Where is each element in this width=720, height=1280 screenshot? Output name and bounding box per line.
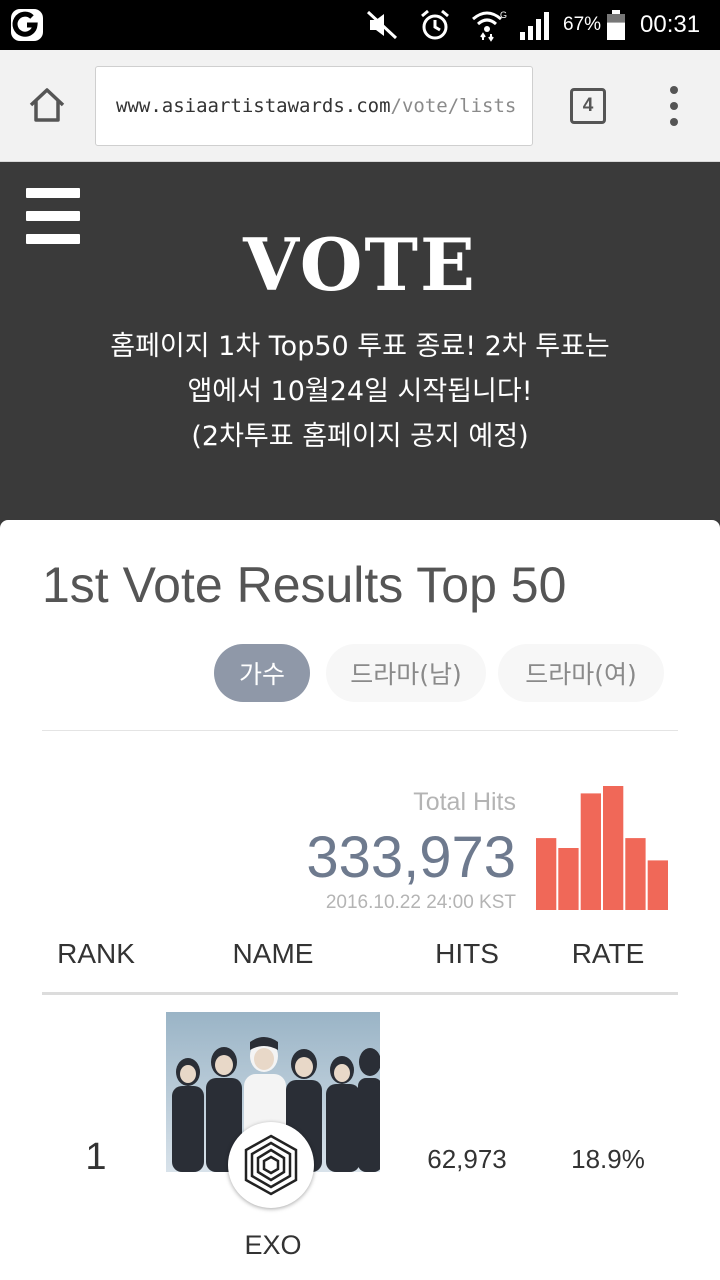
- row-name: EXO: [244, 1230, 302, 1260]
- exo-logo-icon: [228, 1122, 314, 1208]
- browser-toolbar: www.asiaartistawards.com/vote/lists 4: [0, 50, 720, 162]
- wifi-icon: G: [470, 0, 508, 50]
- table-row[interactable]: 1 EXO 62,973 18.9%: [0, 996, 720, 1280]
- clock: 00:31: [640, 11, 701, 38]
- mini-chart-bar: [647, 860, 668, 910]
- vote-notice: 홈페이지 1차 Top50 투표 종료! 2차 투표는 앱에서 10월24일 시…: [40, 324, 680, 459]
- mini-chart-bar: [603, 786, 624, 910]
- table-header-divider: [42, 992, 678, 995]
- column-header-hits: HITS: [435, 938, 499, 969]
- url-bar[interactable]: www.asiaartistawards.com/vote/lists: [95, 66, 533, 146]
- total-hits-value: 333,973: [306, 825, 516, 890]
- page-title: 1st Vote Results Top 50: [42, 557, 567, 613]
- battery-percent: 67%: [563, 14, 602, 35]
- total-hits-label: Total Hits: [413, 788, 516, 816]
- tab-switcher-button[interactable]: 4: [570, 88, 606, 124]
- menu-dot-icon: [670, 118, 678, 126]
- overflow-menu-button[interactable]: [662, 86, 686, 126]
- row-rank: 1: [85, 1136, 107, 1178]
- notice-line: (2차투표 홈페이지 공지 예정): [191, 421, 529, 452]
- results-card: 1st Vote Results Top 50 가수 드라마(남) 드라마(여)…: [0, 520, 720, 1280]
- menu-dot-icon: [670, 86, 678, 94]
- vote-logo: VOTE: [243, 222, 477, 307]
- battery-icon: [605, 0, 627, 50]
- row-rate: 18.9%: [571, 1144, 645, 1174]
- column-header-name: NAME: [232, 938, 314, 969]
- mini-chart-bar: [536, 838, 557, 910]
- url-path: /vote/lists: [390, 95, 517, 117]
- url-domain: www.asiaartistawards.com: [116, 95, 391, 117]
- alarm-icon: [418, 0, 452, 50]
- menu-dot-icon: [670, 102, 678, 110]
- divider: [42, 730, 678, 731]
- mini-chart-bar: [558, 848, 579, 910]
- page-header: VOTE 홈페이지 1차 Top50 투표 종료! 2차 투표는 앱에서 10월…: [0, 162, 720, 520]
- status-bar: G 67% 00:31: [0, 0, 720, 50]
- notice-line: 홈페이지 1차 Top50 투표 종료! 2차 투표는: [110, 331, 610, 362]
- column-header-rate: RATE: [571, 938, 645, 969]
- mini-chart-bar: [625, 838, 646, 910]
- home-icon: [29, 88, 65, 122]
- filter-singer[interactable]: 가수: [214, 644, 310, 702]
- network-type-badge: G: [500, 10, 507, 20]
- column-header-rank: RANK: [57, 938, 135, 969]
- app-notification-icon: [10, 0, 44, 50]
- home-button[interactable]: [24, 82, 70, 128]
- total-hits-date: 2016.10.22 24:00 KST: [325, 892, 516, 913]
- filter-drama-male[interactable]: 드라마(남): [326, 644, 486, 702]
- hits-mini-chart: [536, 786, 668, 910]
- row-hits: 62,973: [427, 1144, 507, 1174]
- mini-chart-bar: [580, 793, 601, 910]
- notice-line: 앱에서 10월24일 시작됩니다!: [187, 376, 533, 407]
- filter-drama-female[interactable]: 드라마(여): [498, 644, 664, 702]
- signal-icon: [518, 0, 552, 50]
- mute-icon: [366, 0, 400, 50]
